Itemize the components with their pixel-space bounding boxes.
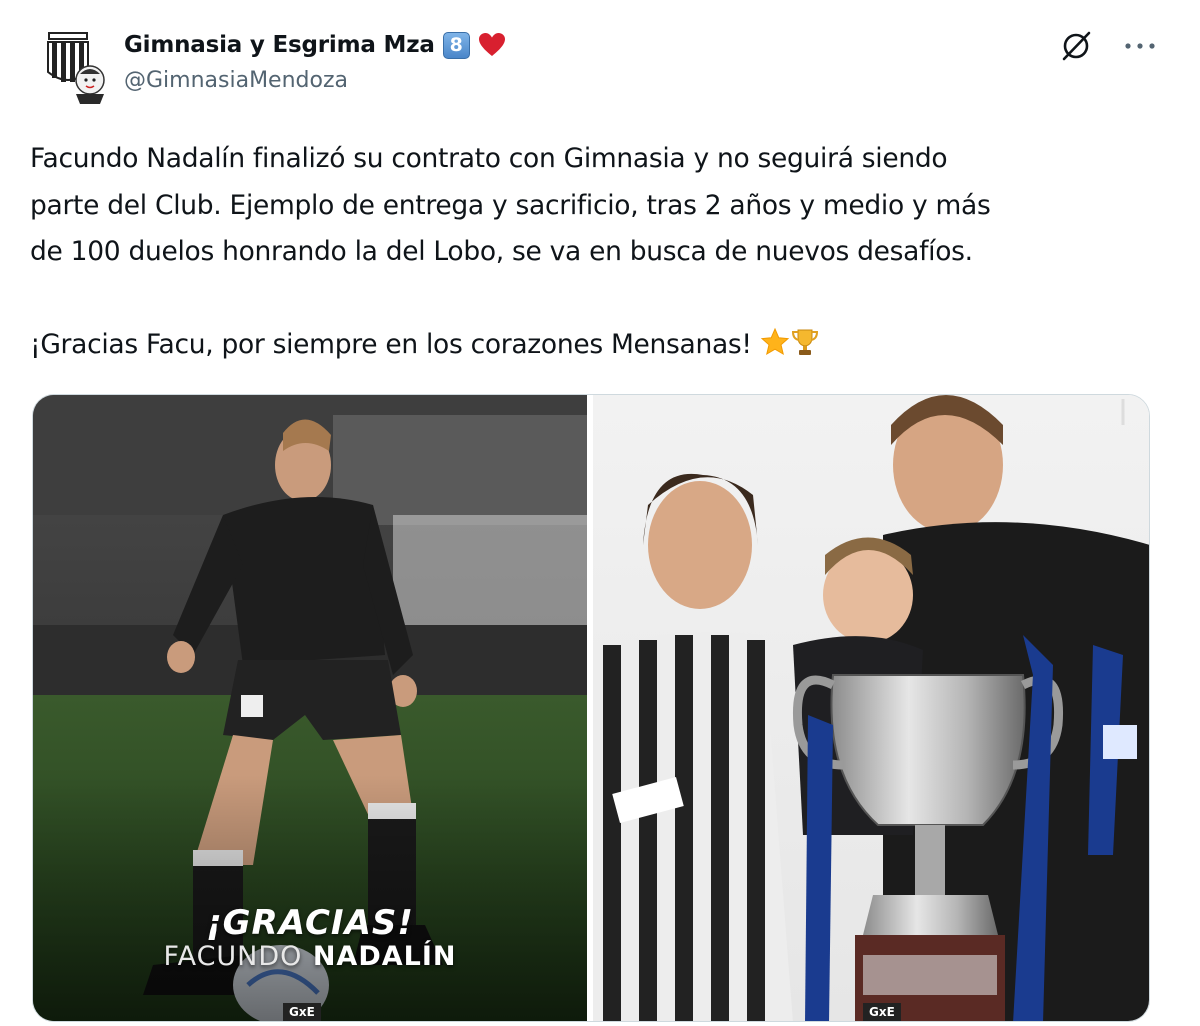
- red-heart-icon: [478, 32, 506, 58]
- overlay-last-name: NADALÍN: [312, 941, 457, 972]
- overlay-first-name: FACUNDO: [163, 941, 303, 972]
- account-avatar[interactable]: [40, 28, 110, 104]
- tweet-text: Facundo Nadalín finalizó su contrato con…: [30, 136, 1170, 368]
- more-icon[interactable]: [1120, 36, 1160, 56]
- tweet-text-closing: ¡Gracias Facu, por siempre en los corazo…: [30, 328, 752, 360]
- account-handle[interactable]: @GimnasiaMendoza: [124, 68, 348, 93]
- star-emoji-icon: [760, 326, 790, 356]
- tweet-text-line: parte del Club. Ejemplo de entrega y sac…: [30, 189, 991, 221]
- tweet-actions-top: [1058, 28, 1160, 64]
- photo-player-with-family-trophy[interactable]: GxE: [593, 395, 1149, 1021]
- keycap-8-icon: 8: [442, 31, 470, 59]
- name-row: Gimnasia y Esgrima Mza 8: [124, 28, 506, 62]
- media-grid: ¡GRACIAS! FACUNDO NADALÍN GxE GxE: [32, 394, 1150, 1022]
- grok-icon[interactable]: [1058, 28, 1094, 64]
- tweet-text-line: Facundo Nadalín finalizó su contrato con…: [30, 143, 948, 174]
- display-name[interactable]: Gimnasia y Esgrima Mza: [124, 32, 435, 58]
- tweet-text-line: de 100 duelos honrando la del Lobo, se v…: [30, 236, 973, 267]
- club-tag: GxE: [863, 1003, 901, 1021]
- overlay-gracias: ¡GRACIAS!: [206, 903, 414, 943]
- overlay-player-name: FACUNDO NADALÍN: [33, 941, 587, 972]
- tweet-text-line-2: ¡Gracias Facu, por siempre en los corazo…: [30, 322, 1170, 369]
- tweet-card: Gimnasia y Esgrima Mza 8 @GimnasiaMendoz…: [0, 0, 1200, 1026]
- photo-player-on-pitch[interactable]: ¡GRACIAS! FACUNDO NADALÍN GxE: [33, 395, 587, 1021]
- club-tag: GxE: [283, 1003, 321, 1021]
- trophy-emoji-icon: [790, 326, 820, 356]
